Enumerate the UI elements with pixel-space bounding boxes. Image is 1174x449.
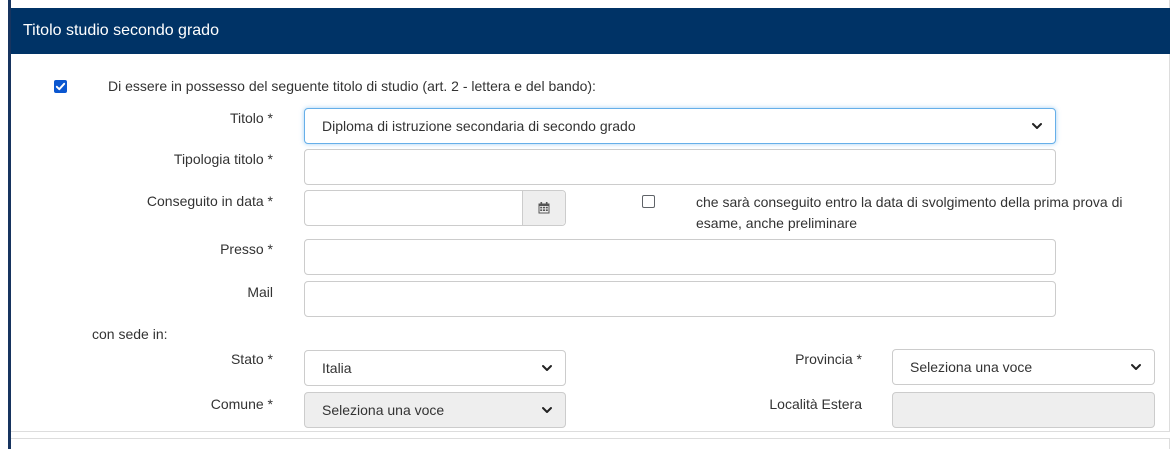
stato-label: Stato *	[230, 351, 273, 367]
conseguito-label: Conseguito in data *	[146, 193, 273, 209]
tipologia-input[interactable]	[304, 149, 1056, 185]
presso-label: Presso *	[220, 241, 273, 257]
calendar-icon	[538, 202, 550, 214]
chevron-down-icon	[542, 365, 552, 371]
chevron-down-icon	[1032, 123, 1042, 129]
comune-select-value: Seleziona una voce	[322, 402, 445, 418]
stato-select[interactable]: Italia	[304, 350, 566, 386]
titolo-label: Titolo *	[229, 110, 273, 126]
provincia-select[interactable]: Seleziona una voce	[892, 349, 1155, 385]
presso-input[interactable]	[304, 239, 1056, 275]
provincia-select-value: Seleziona una voce	[910, 359, 1033, 375]
comune-select[interactable]: Seleziona una voce	[304, 392, 566, 428]
entro-data-checkbox[interactable]	[642, 195, 655, 208]
localita-label: Località Estera	[769, 396, 862, 412]
localita-input[interactable]	[892, 392, 1155, 428]
chevron-down-icon	[1131, 364, 1141, 370]
page: Titolo studio secondo grado Di essere in…	[0, 0, 1174, 449]
next-panel-edge	[11, 438, 1170, 449]
calendar-button[interactable]	[522, 191, 565, 225]
sede-heading: con sede in:	[92, 326, 168, 342]
possesso-checkbox[interactable]	[54, 80, 67, 93]
titolo-select[interactable]: Diploma di istruzione secondaria di seco…	[304, 108, 1056, 144]
stato-select-value: Italia	[322, 360, 352, 376]
chevron-down-icon	[542, 407, 552, 413]
mail-input[interactable]	[304, 281, 1056, 317]
conseguito-date-input[interactable]	[304, 190, 566, 226]
possesso-text: Di essere in possesso del seguente titol…	[108, 78, 596, 94]
mail-label: Mail	[247, 284, 273, 300]
panel-title: Titolo studio secondo grado	[23, 22, 219, 39]
titolo-select-value: Diploma di istruzione secondaria di seco…	[322, 118, 636, 134]
provincia-label: Provincia *	[795, 351, 862, 367]
checkmark-icon	[55, 82, 66, 91]
panel-header: Titolo studio secondo grado	[11, 8, 1170, 54]
entro-data-text-line2: esame, anche preliminare	[696, 215, 858, 231]
tipologia-label: Tipologia titolo *	[173, 151, 273, 167]
entro-data-text-line1: che sarà conseguito entro la data di svo…	[696, 194, 1123, 210]
comune-label: Comune *	[210, 396, 273, 412]
